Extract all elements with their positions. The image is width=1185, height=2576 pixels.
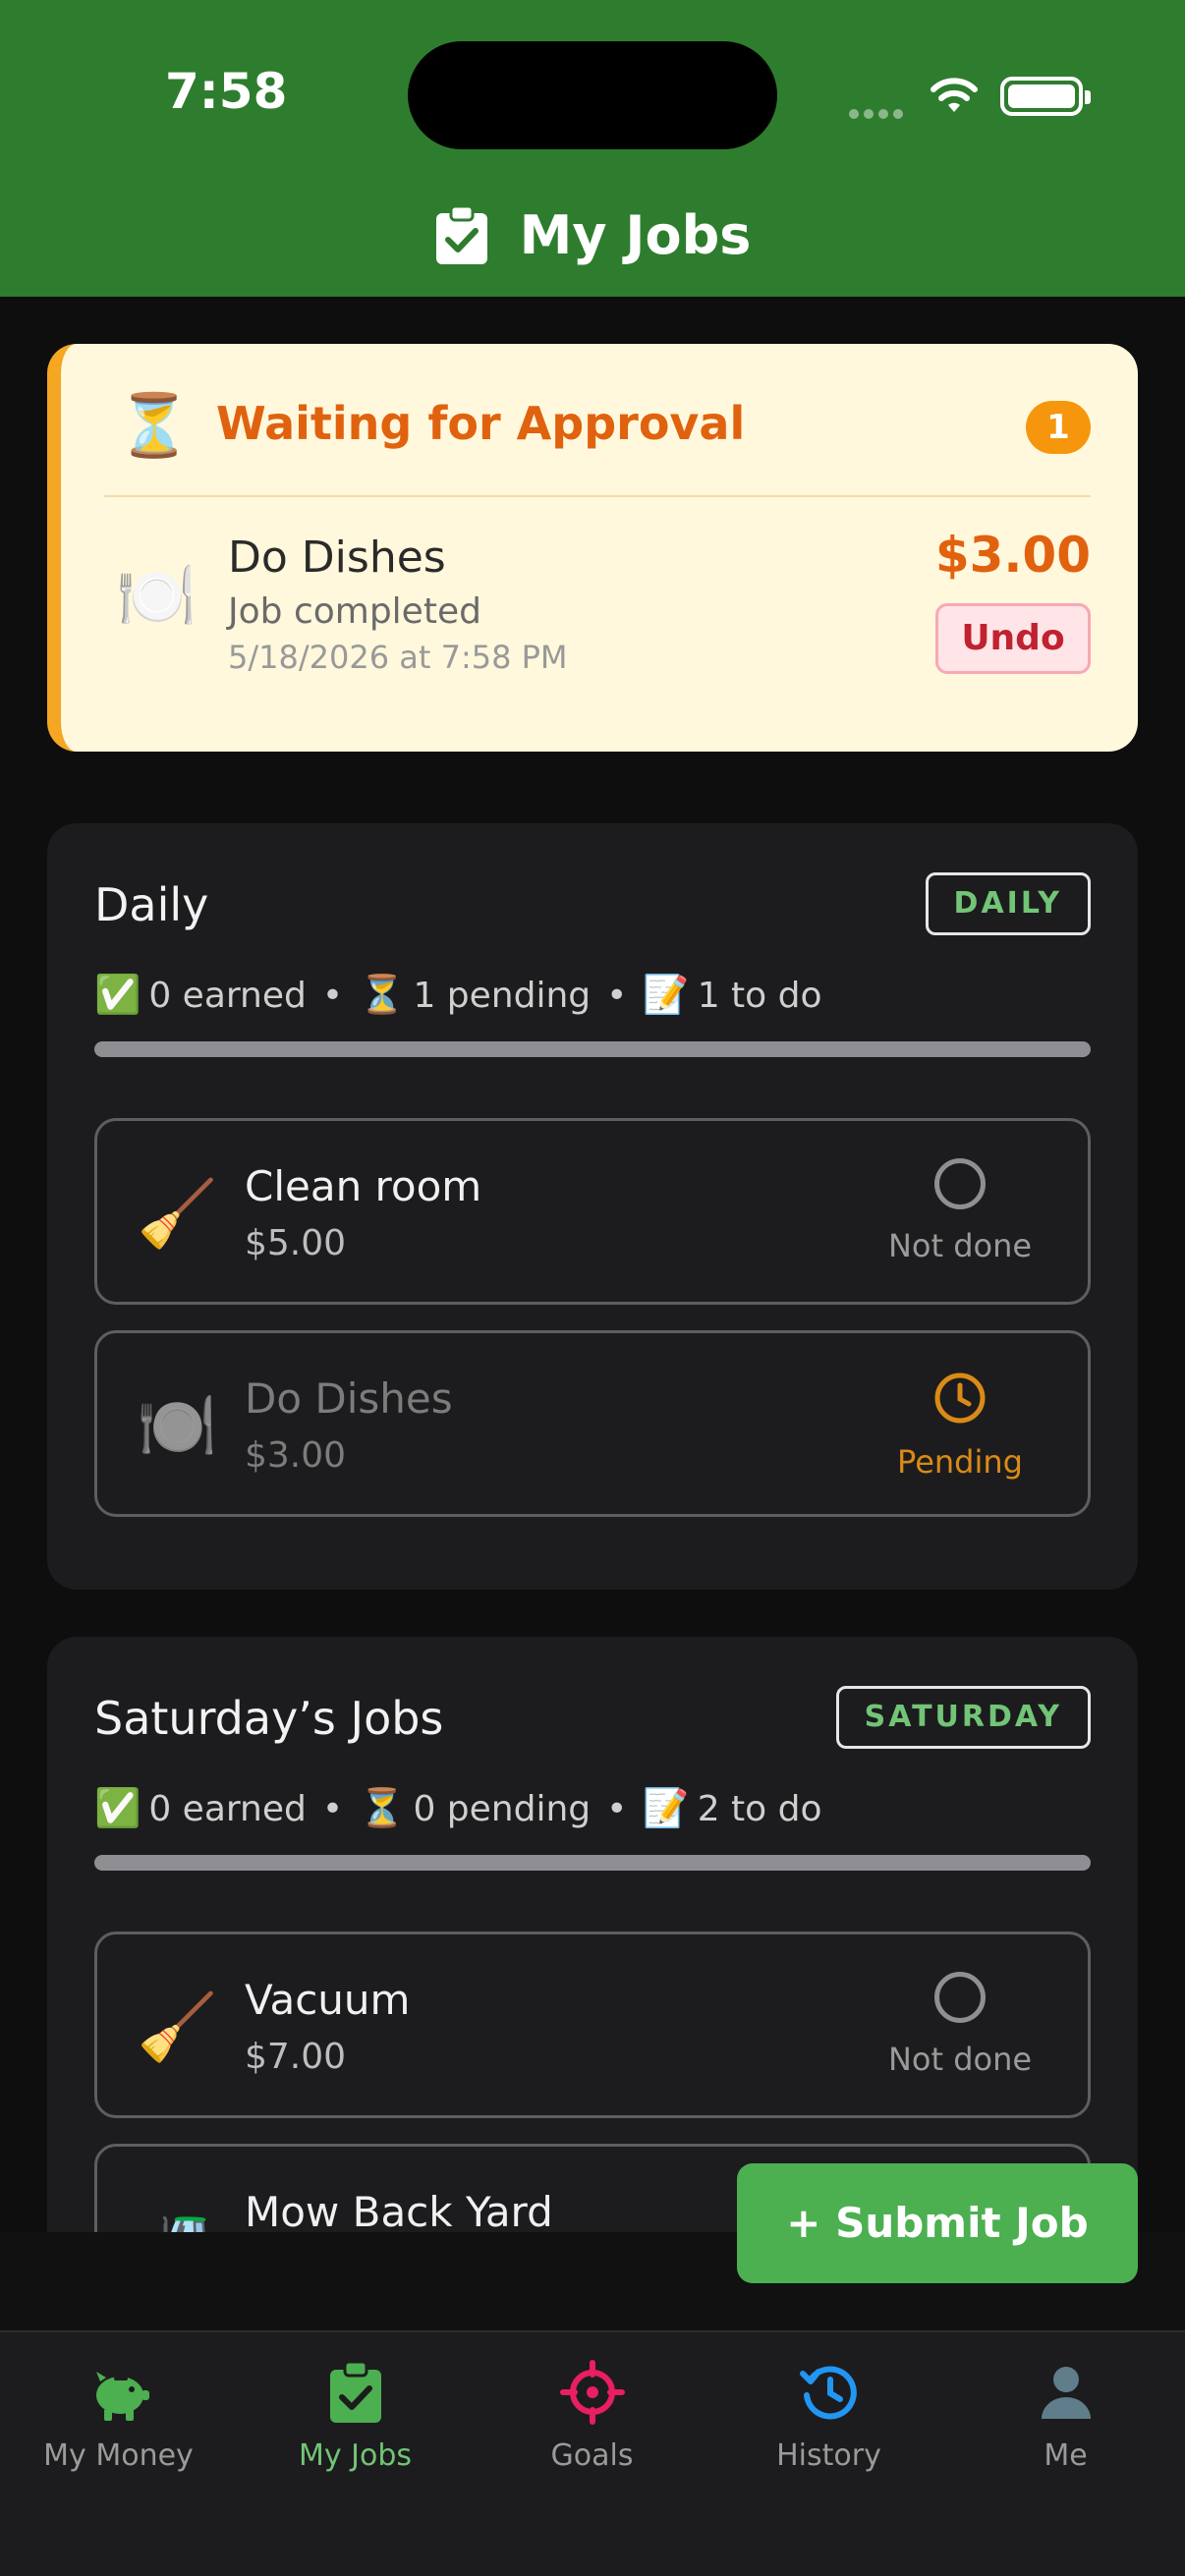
memo-icon: 📝 [643,1786,690,1829]
broom-icon: 🧹 [137,1989,218,2065]
tab-my-money[interactable]: My Money [0,2360,237,2473]
job-state: Pending [897,1443,1023,1481]
job-price: $7.00 [245,2037,347,2077]
approval-heading: Waiting for Approval [216,397,746,450]
section-title: Saturday’s Jobs [94,1692,444,1745]
tab-goals[interactable]: Goals [474,2360,710,2473]
page-title: My Jobs [519,204,752,266]
submit-job-button[interactable]: + Submit Job [737,2163,1138,2283]
todo-stat: 2 to do [697,1789,822,1829]
job-state: Not done [887,2041,1033,2078]
todo-stat: 1 to do [697,976,822,1016]
approval-job-name: Do Dishes [228,532,446,583]
job-name: Vacuum [245,1976,411,2024]
check-icon: ✅ [94,973,141,1016]
job-state: Not done [887,1227,1033,1264]
tab-bar: My Money My Jobs Goals History Me [0,2330,1185,2576]
tab-label: My Jobs [298,2438,413,2473]
check-icon: ✅ [94,1786,141,1829]
battery-icon [1000,77,1091,116]
mower-icon: 🚜 [137,2202,217,2232]
job-row-vacuum[interactable]: 🧹 Vacuum $7.00 Not done [94,1932,1091,2118]
progress-bar [94,1855,1091,1871]
job-price: $5.00 [245,1223,347,1263]
section-saturday: Saturday’s Jobs SATURDAY ✅ 0 earned • ⏳ 0 pe… [47,1637,1138,2232]
hourglass-icon: ⏳ [359,973,406,1016]
hourglass-icon: ⏳ [116,389,193,461]
app-header: 7:58 My Jobs [0,0,1185,297]
approval-job-timestamp: 5/18/2026 at 7:58 PM [228,639,568,676]
job-row-clean-room[interactable]: 🧹 Clean room $5.00 Not done [94,1118,1091,1305]
section-title: Daily [94,878,209,931]
approval-job-status: Job completed [228,591,481,632]
not-done-circle-icon[interactable] [934,1158,986,1209]
section-stats: ✅ 0 earned • ⏳ 1 pending • 📝 1 to do [94,973,822,1016]
person-icon [1041,2367,1091,2419]
section-tag: SATURDAY [835,1686,1091,1749]
job-name: Mow Back Yard [245,2188,553,2232]
job-price: $3.00 [245,1435,347,1476]
tab-label: Me [1044,2438,1088,2473]
clipboard-check-icon [435,204,487,264]
plate-icon: 🍽️ [137,1388,218,1464]
memo-icon: 📝 [643,973,690,1016]
wifi-icon [931,78,978,112]
pending-stat: 1 pending [413,976,592,1016]
undo-button[interactable]: Undo [935,603,1091,674]
history-icon [799,2366,857,2420]
cellular-signal-icon [849,104,908,119]
section-tag: DAILY [925,872,1091,935]
piggy-bank-icon [95,2372,149,2421]
broom-icon: 🧹 [137,1176,218,1252]
tab-label: History [776,2438,881,2473]
tab-history[interactable]: History [710,2360,947,2473]
earned-stat: 0 earned [148,1789,307,1829]
clock-icon [934,1372,986,1424]
tab-label: My Money [43,2438,194,2473]
approval-amount: $3.00 [934,527,1091,584]
plate-icon: 🍽️ [116,558,198,634]
divider [104,495,1091,497]
approval-card: ⏳ Waiting for Approval 1 🍽️ Do Dishes Jo… [47,344,1138,752]
clipboard-check-icon [329,2360,381,2423]
hourglass-icon: ⏳ [359,1786,406,1829]
job-name: Do Dishes [245,1374,453,1423]
dynamic-island [408,41,777,149]
tab-label: Goals [550,2438,634,2473]
pending-stat: 0 pending [413,1789,592,1829]
tab-me[interactable]: Me [947,2360,1184,2473]
status-time: 7:58 [165,63,288,120]
progress-bar [94,1041,1091,1057]
job-name: Clean room [245,1162,482,1210]
target-icon [559,2360,625,2425]
earned-stat: 0 earned [148,976,307,1016]
tab-my-jobs[interactable]: My Jobs [237,2360,474,2473]
section-stats: ✅ 0 earned • ⏳ 0 pending • 📝 2 to do [94,1786,822,1829]
approval-count-badge: 1 [1026,401,1091,454]
not-done-circle-icon[interactable] [934,1972,986,2023]
section-daily: Daily DAILY ✅ 0 earned • ⏳ 1 pending • 📝 1 to d… [47,823,1138,1590]
job-row-do-dishes[interactable]: 🍽️ Do Dishes $3.00 Pending [94,1330,1091,1517]
